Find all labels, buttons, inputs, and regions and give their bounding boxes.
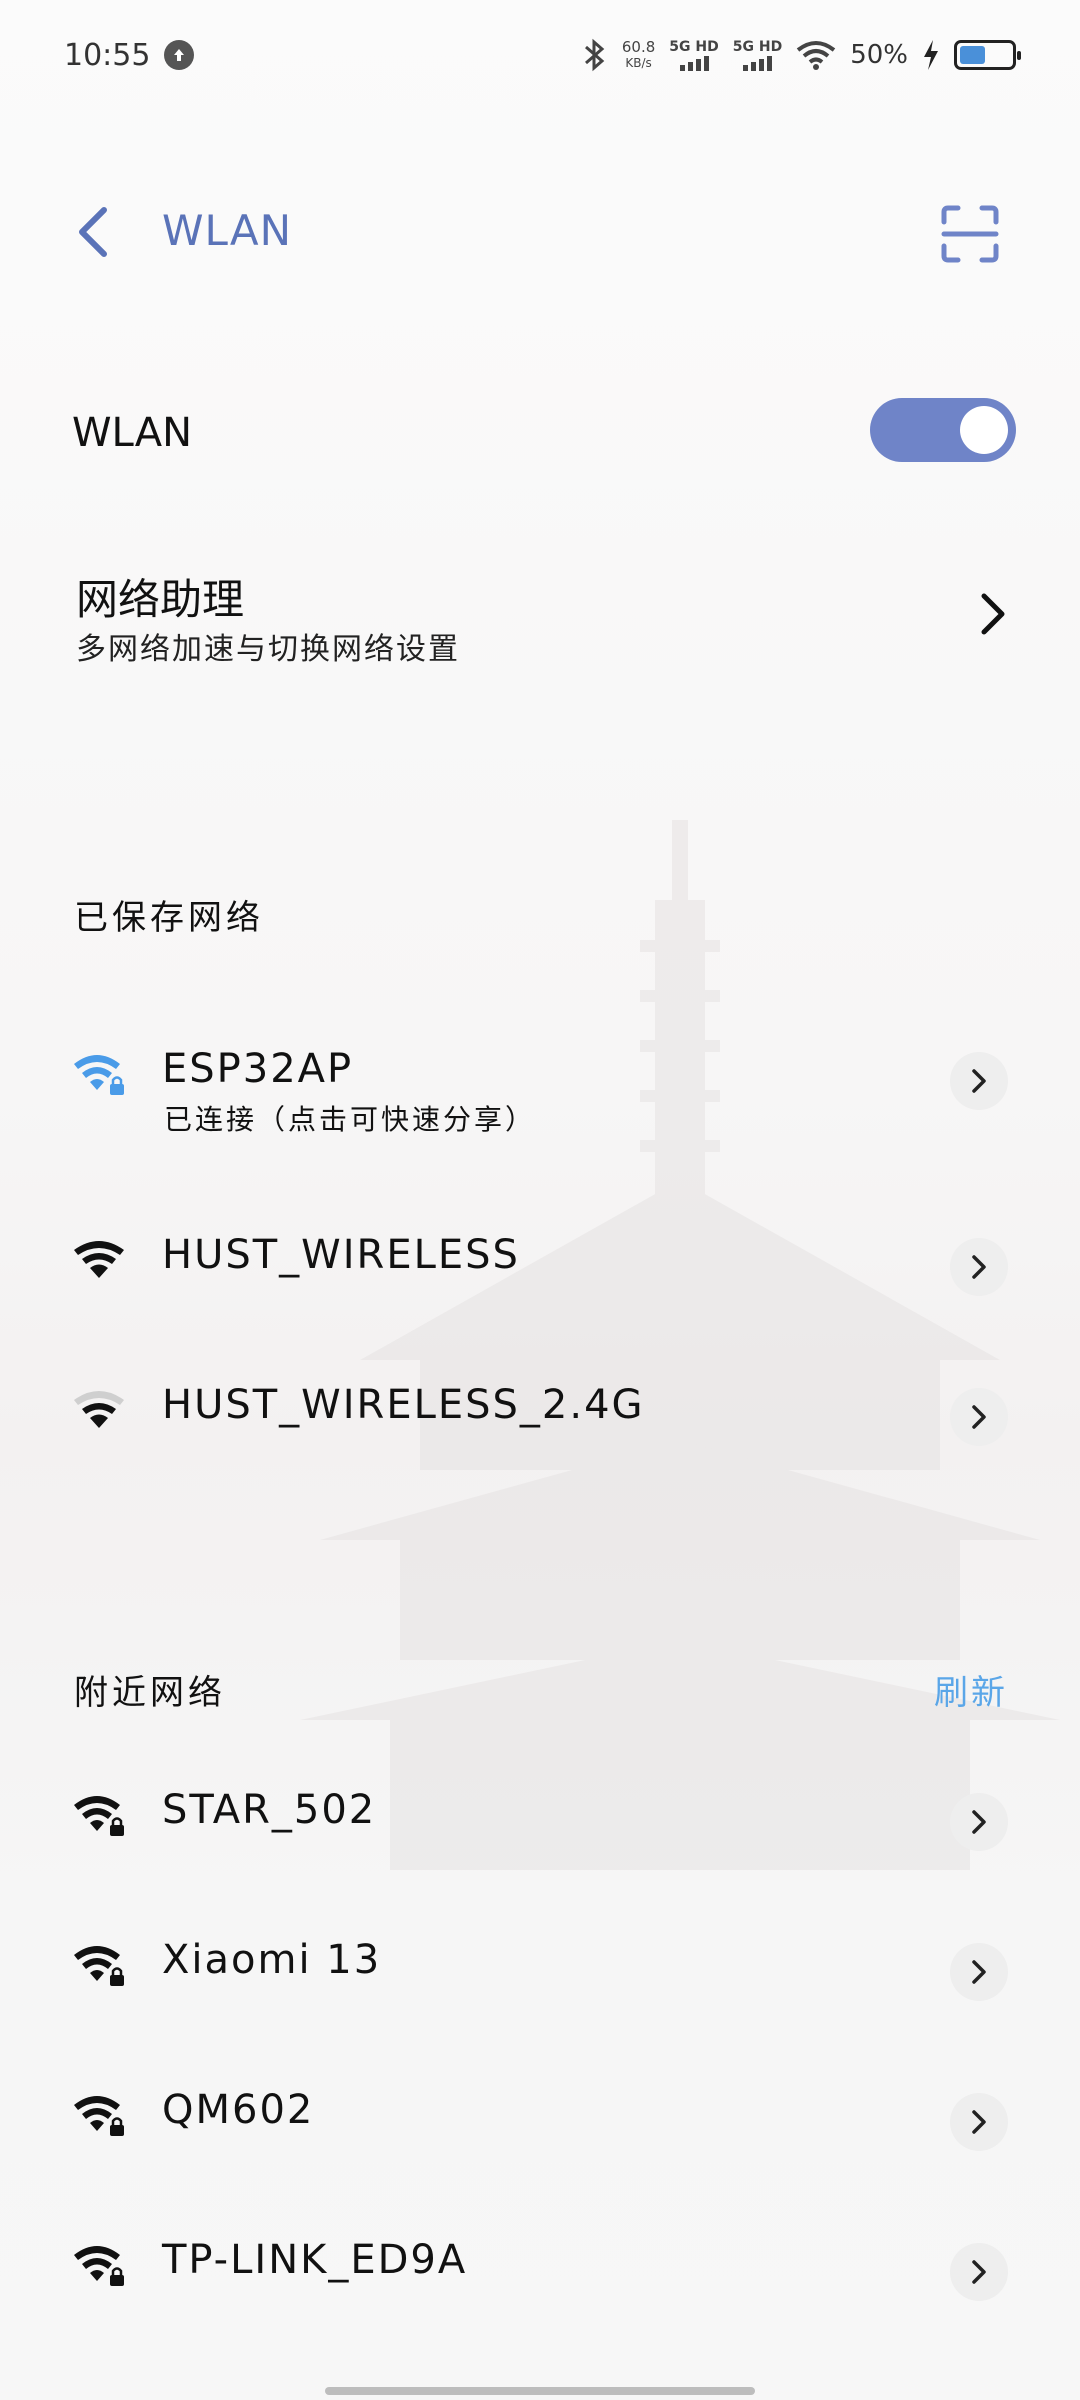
chevron-right-icon	[972, 1255, 986, 1279]
wifi-lock-icon	[74, 2246, 124, 2286]
signal-bars-icon	[742, 55, 772, 71]
network-name: QM602	[162, 2087, 315, 2133]
network-details-button[interactable]	[950, 1943, 1008, 2001]
network-assistant-subtitle: 多网络加速与切换网络设置	[76, 632, 460, 667]
network-name: Xiaomi 13	[162, 1937, 382, 1983]
speed-value: 60.8	[621, 38, 656, 56]
bluetooth-icon	[584, 38, 605, 72]
speed-unit: KB/s	[625, 56, 652, 70]
network-name: STAR_502	[162, 1787, 377, 1833]
scan-icon[interactable]	[940, 204, 1000, 264]
page-title: WLAN	[162, 206, 293, 255]
list-item-nearby-network[interactable]: QM602	[0, 2065, 1080, 2175]
wifi-connected-lock-icon	[74, 1055, 124, 1095]
header: WLAN	[0, 180, 1080, 280]
network-details-button[interactable]	[950, 2243, 1008, 2301]
network-details-button[interactable]	[950, 1052, 1008, 1110]
network-details-button[interactable]	[950, 1388, 1008, 1446]
network-name: ESP32AP	[162, 1046, 354, 1092]
status-time: 10:55	[64, 37, 151, 73]
battery-icon	[954, 40, 1021, 70]
wifi-lock-icon	[74, 1946, 124, 1986]
wlan-toggle-row[interactable]: WLAN	[0, 398, 1080, 470]
network-assistant-row[interactable]: 网络助理 多网络加速与切换网络设置	[0, 566, 1080, 676]
signal-bars-icon	[679, 55, 709, 71]
network-status: 已连接（点击可快速分享）	[164, 1103, 537, 1136]
chevron-left-icon[interactable]	[70, 204, 120, 260]
list-item-nearby-network[interactable]: Xiaomi 13	[0, 1915, 1080, 2025]
chevron-right-icon	[972, 1960, 986, 1984]
network-name: HUST_WIRELESS	[162, 1232, 520, 1278]
refresh-button[interactable]: 刷新	[934, 1665, 1008, 1714]
list-item-nearby-network[interactable]: STAR_502	[0, 1765, 1080, 1875]
wifi-status-icon	[796, 41, 836, 70]
sim2-label: 5G HD	[732, 38, 783, 55]
list-item-saved-network[interactable]: ESP32AP 已连接（点击可快速分享）	[0, 1024, 1080, 1136]
sim1-label: 5G HD	[669, 38, 719, 55]
network-details-button[interactable]	[950, 2093, 1008, 2151]
network-assistant-title: 网络助理	[76, 575, 245, 624]
upload-icon	[164, 40, 195, 70]
wlan-toggle-switch[interactable]	[870, 398, 1016, 462]
list-item-saved-network[interactable]: HUST_WIRELESS	[0, 1210, 1080, 1320]
saved-networks-title: 已保存网络	[74, 898, 264, 938]
sim1-signal: 5G HD	[669, 38, 719, 71]
chevron-right-icon	[972, 1810, 986, 1834]
wifi-lock-icon	[74, 1796, 124, 1836]
network-speed: 60.8 KB/s	[622, 39, 655, 71]
wifi-medium-icon	[74, 1391, 124, 1428]
chevron-right-icon	[972, 2110, 986, 2134]
chevron-right-icon	[972, 1405, 986, 1429]
battery-fill	[960, 46, 985, 64]
battery-percent: 50%	[850, 40, 908, 70]
chevron-right-icon	[981, 593, 1005, 635]
network-details-button[interactable]	[950, 1238, 1008, 1296]
wifi-full-icon	[74, 1241, 124, 1278]
toggle-knob	[960, 406, 1008, 454]
wlan-label: WLAN	[72, 410, 193, 456]
network-details-button[interactable]	[950, 1793, 1008, 1851]
network-name: HUST_WIRELESS_2.4G	[162, 1382, 645, 1428]
wifi-lock-icon	[74, 2096, 124, 2136]
home-indicator[interactable]	[325, 2387, 755, 2395]
charging-icon	[924, 40, 938, 70]
list-item-nearby-network[interactable]: TP-LINK_ED9A	[0, 2215, 1080, 2325]
chevron-right-icon	[972, 2260, 986, 2284]
status-bar: 10:55 60.8 KB/s 5G HD 5G HD 50%	[0, 0, 1080, 110]
list-item-saved-network[interactable]: HUST_WIRELESS_2.4G	[0, 1360, 1080, 1470]
chevron-right-icon	[972, 1069, 986, 1093]
nearby-networks-title: 附近网络	[74, 1673, 226, 1713]
network-name: TP-LINK_ED9A	[162, 2237, 468, 2283]
sim2-signal: 5G HD	[732, 38, 783, 71]
